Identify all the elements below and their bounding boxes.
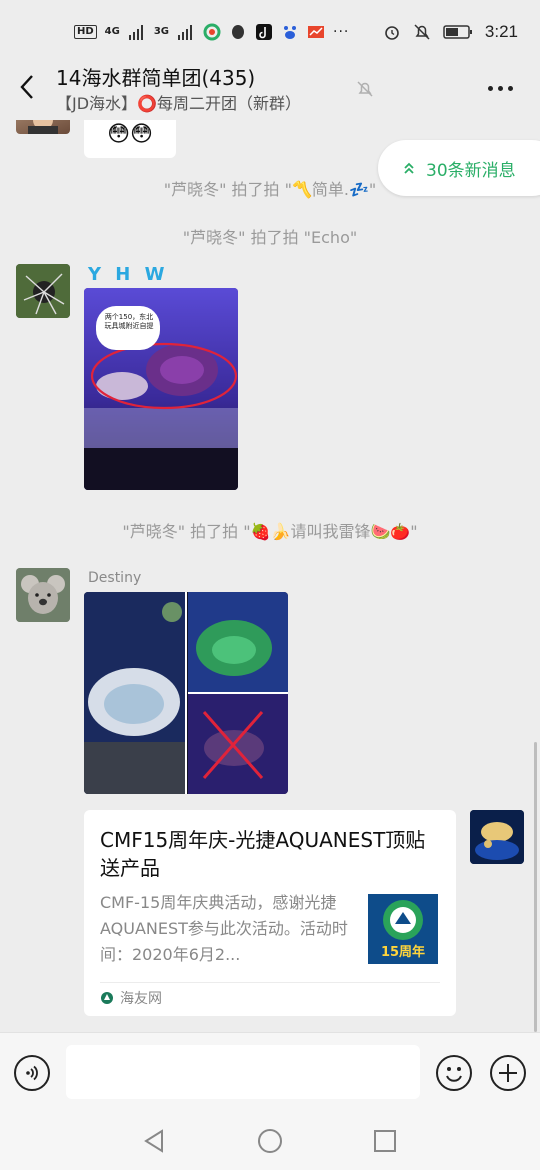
signal-icon-2	[178, 25, 193, 40]
hd-badge: HD	[74, 25, 97, 39]
sender-name: Destiny	[88, 570, 142, 586]
qq-icon	[232, 25, 245, 39]
battery-icon	[443, 25, 472, 39]
image-message[interactable]: 两个150，东北玩具城附近自提	[84, 288, 238, 490]
system-message: "芦晓冬" 拍了拍 "〽️简单.💤"	[163, 180, 377, 199]
smiley-icon	[446, 1067, 462, 1082]
thumbnail-label: 15周年	[380, 945, 426, 960]
scrollbar[interactable]	[534, 742, 537, 1032]
link-card-description: CMF-15周年庆典活动，感谢光捷AQUANEST参与此次活动。活动时间：202…	[100, 893, 348, 964]
card-divider	[100, 982, 440, 983]
link-card-source: 海友网	[100, 988, 162, 1008]
link-card-thumbnail: 15周年	[368, 894, 438, 964]
message-input[interactable]	[66, 1045, 420, 1099]
image-text-bubble: 两个150，东北玩具城附近自提	[104, 313, 154, 330]
back-arrow-icon[interactable]	[16, 72, 40, 102]
emoji-message-bubble[interactable]: 😳😳	[84, 120, 176, 158]
system-nav-bar	[0, 1112, 540, 1170]
nav-home-icon[interactable]	[257, 1128, 283, 1154]
image-message[interactable]	[84, 592, 288, 794]
my-avatar[interactable]	[470, 810, 524, 864]
mute-bell-icon	[357, 81, 373, 97]
avatar[interactable]	[16, 120, 70, 134]
avatar[interactable]	[16, 264, 70, 318]
emoji-button[interactable]	[436, 1055, 472, 1091]
more-notifications-icon: ···	[333, 24, 350, 40]
voice-icon	[26, 1065, 38, 1081]
chat-subtitle: 【JD海水】⭕每周二开团（新群）	[56, 94, 301, 113]
silent-icon	[414, 24, 430, 40]
system-message: "芦晓冬" 拍了拍 "Echo"	[182, 228, 358, 247]
link-card-title: CMF15周年庆-光捷AQUANEST顶贴送产品	[100, 828, 426, 880]
baidu-icon	[284, 26, 297, 39]
message-input-bar	[0, 1032, 540, 1112]
avatar[interactable]	[16, 568, 70, 622]
app-icon	[203, 23, 221, 41]
nav-back-icon[interactable]	[142, 1128, 166, 1154]
chat-title: 14海水群简单团(435)	[56, 66, 256, 90]
network-4g: 4G	[104, 26, 120, 37]
stock-icon	[308, 26, 325, 38]
clock: 3:21	[484, 22, 518, 41]
plus-icon	[499, 1064, 517, 1082]
voice-input-button[interactable]	[14, 1055, 50, 1091]
network-3g: 3G	[153, 26, 170, 37]
chat-header: 14海水群简单团(435) 【JD海水】⭕每周二开团（新群）	[0, 56, 540, 120]
sender-name: Y H W	[88, 264, 169, 285]
more-functions-button[interactable]	[490, 1055, 526, 1091]
tiktok-icon	[256, 24, 273, 40]
alarm-icon	[385, 26, 399, 40]
chat-message-list[interactable]: 😳😳 30条新消息 "芦晓冬" 拍了拍 "〽️简单.💤" "芦晓冬" 拍了拍 "…	[0, 120, 540, 1032]
link-card-source-name: 海友网	[120, 991, 162, 1007]
double-chevron-up-icon	[404, 162, 414, 174]
nav-recents-icon[interactable]	[373, 1129, 397, 1153]
link-card-message[interactable]: CMF15周年庆-光捷AQUANEST顶贴送产品 CMF-15周年庆典活动，感谢…	[84, 810, 456, 1016]
status-bar: HD 4G 3G ··· 3:21	[0, 0, 540, 64]
signal-icon	[128, 25, 143, 40]
source-logo-icon	[101, 992, 113, 1004]
system-message: "芦晓冬" 拍了拍 "🍓🍌请叫我雷锋🍉🍅"	[122, 522, 418, 541]
more-options-button[interactable]	[488, 78, 516, 98]
